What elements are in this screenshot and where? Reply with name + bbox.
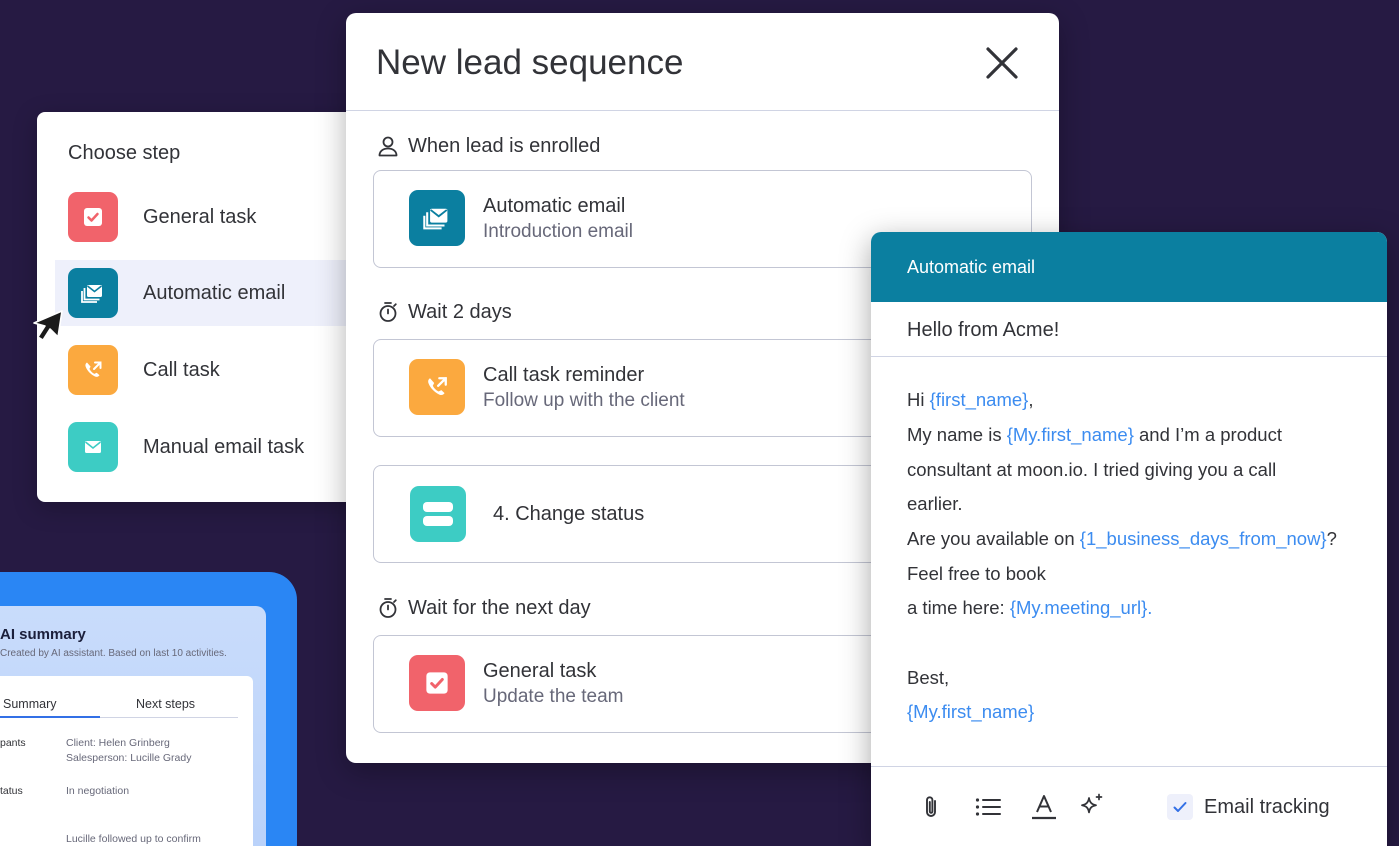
email-stack-icon: [409, 190, 465, 246]
envelope-icon: [68, 422, 118, 472]
attachment-icon[interactable]: [917, 792, 947, 822]
step-option-automatic-email[interactable]: Automatic email: [55, 260, 383, 326]
trigger-wait-next-day: Wait for the next day: [376, 596, 591, 620]
ai-summary-subtitle: Created by AI assistant. Based on last 1…: [0, 648, 227, 659]
email-body-line[interactable]: consultant at moon.io. I tried giving yo…: [907, 459, 1276, 481]
template-variable: {My.first_name}: [1006, 424, 1134, 445]
step-option-label: Manual email task: [143, 435, 305, 458]
checkbox-icon: [68, 192, 118, 242]
trigger-wait-2-days: Wait 2 days: [376, 300, 512, 324]
step-option-general-task[interactable]: General task: [55, 184, 383, 250]
toolbar-divider: [871, 766, 1387, 767]
ai-sparkle-icon[interactable]: [1077, 792, 1107, 822]
trigger-label: Wait 2 days: [408, 300, 512, 323]
ai-row-value: Client: Helen Grinberg Salesperson: Luci…: [66, 737, 192, 764]
step-title: 4. Change status: [493, 503, 645, 525]
close-icon[interactable]: [982, 43, 1022, 83]
step-option-label: Automatic email: [143, 281, 286, 304]
choose-step-title: Choose step: [68, 142, 181, 164]
header-divider: [346, 110, 1059, 111]
step-title: General task: [483, 660, 597, 682]
list-icon[interactable]: [973, 792, 1003, 822]
template-variable[interactable]: {My.first_name}: [907, 701, 1034, 723]
email-tracking-label[interactable]: Email tracking: [1204, 796, 1330, 819]
step-option-manual-email-task[interactable]: Manual email task: [55, 414, 383, 480]
email-body-line[interactable]: Feel free to book: [907, 563, 1046, 585]
step-title: Call task reminder: [483, 364, 645, 386]
email-stack-icon: [68, 268, 118, 318]
email-body-line[interactable]: Best,: [907, 667, 949, 689]
email-tracking-checkbox[interactable]: [1167, 794, 1193, 820]
ai-summary-title: AI summary: [0, 626, 86, 643]
tab-selected-indicator: [0, 716, 100, 718]
step-title: Automatic email: [483, 195, 626, 217]
status-icon: [410, 486, 466, 542]
step-subtitle: Introduction email: [483, 221, 633, 242]
trigger-label: Wait for the next day: [408, 596, 591, 619]
subject-divider: [871, 356, 1387, 357]
ai-row-value: Lucille followed up to confirm: [66, 833, 201, 845]
checkbox-icon: [409, 655, 465, 711]
email-body-line[interactable]: a time here: {My.meeting_url}.: [907, 597, 1152, 619]
tab-next-steps[interactable]: Next steps: [136, 697, 195, 711]
person-icon: [376, 134, 400, 158]
email-body-line[interactable]: Hi {first_name},: [907, 389, 1034, 411]
choose-step-panel: Choose step General task Automatic email…: [37, 112, 383, 502]
ai-row-value: In negotiation: [66, 785, 130, 797]
template-variable: {1_business_days_from_now}: [1079, 528, 1327, 549]
stopwatch-icon: [376, 300, 400, 324]
ai-row-key: pants: [0, 737, 26, 749]
email-body-line[interactable]: My name is {My.first_name} and I’m a pro…: [907, 424, 1282, 446]
email-subject-field[interactable]: Hello from Acme!: [907, 319, 1059, 342]
step-subtitle: Update the team: [483, 686, 624, 707]
stopwatch-icon: [376, 596, 400, 620]
step-option-label: General task: [143, 205, 257, 228]
automatic-email-panel: Automatic email Hello from Acme! Hi {fir…: [871, 232, 1387, 846]
step-option-call-task[interactable]: Call task: [55, 337, 383, 403]
template-variable: {first_name}: [929, 389, 1029, 410]
step-option-label: Call task: [143, 358, 220, 381]
modal-title: New lead sequence: [376, 43, 684, 82]
trigger-label: When lead is enrolled: [408, 134, 601, 157]
step-subtitle: Follow up with the client: [483, 390, 685, 411]
checkmark-icon: [1173, 802, 1187, 812]
template-variable: {My.meeting_url}.: [1009, 597, 1153, 618]
email-body-line[interactable]: Are you available on {1_business_days_fr…: [907, 528, 1337, 550]
mouse-cursor-icon: [33, 310, 63, 341]
trigger-lead-enrolled: When lead is enrolled: [376, 134, 600, 158]
email-panel-title: Automatic email: [907, 257, 1036, 277]
tab-summary[interactable]: Summary: [3, 697, 56, 711]
email-body-line[interactable]: earlier.: [907, 493, 963, 515]
phone-icon: [68, 345, 118, 395]
phone-icon: [409, 359, 465, 415]
ai-row-key: tatus: [0, 785, 23, 797]
text-color-icon[interactable]: [1029, 792, 1059, 822]
